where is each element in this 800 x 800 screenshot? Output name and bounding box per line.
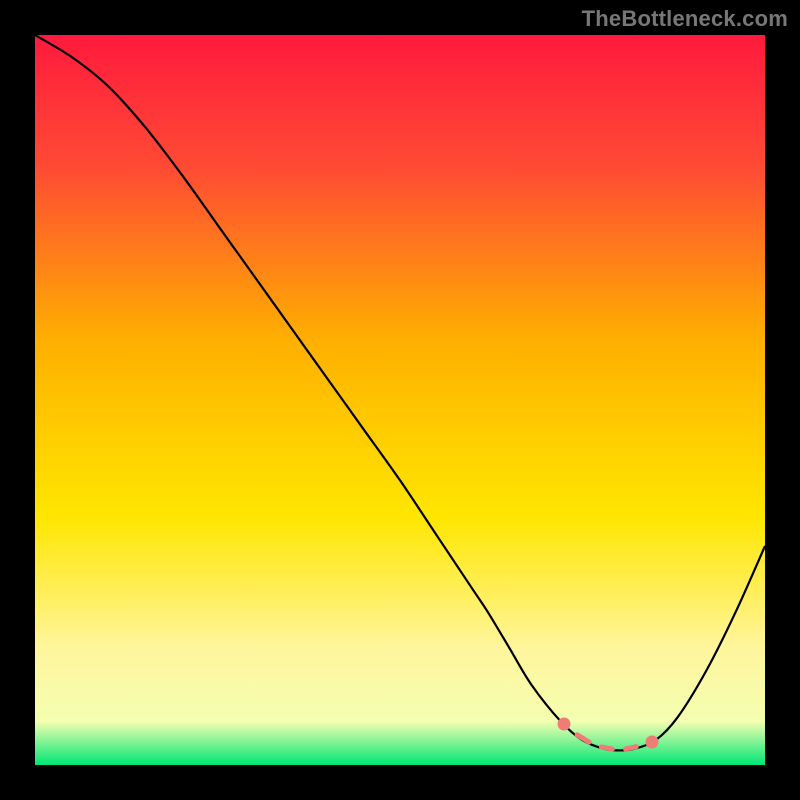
optimal-marker — [645, 735, 658, 748]
bottleneck-curve — [35, 35, 765, 765]
optimal-marker — [558, 718, 571, 731]
chart-plot-area — [35, 35, 765, 765]
watermark-text: TheBottleneck.com — [582, 6, 788, 32]
